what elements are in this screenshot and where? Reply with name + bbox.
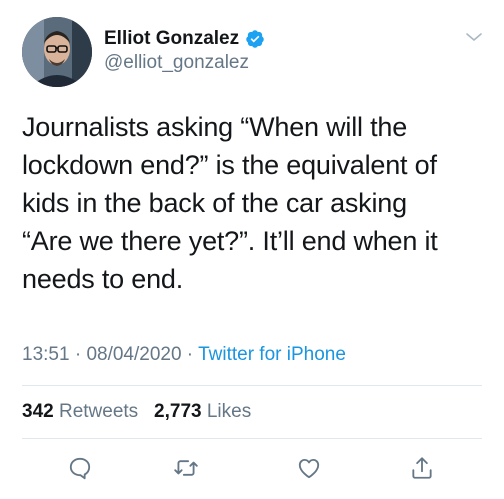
tweet-date: 08/04/2020 xyxy=(86,344,182,365)
avatar[interactable] xyxy=(22,17,92,87)
retweets-count: 342 xyxy=(22,401,54,422)
reply-button[interactable] xyxy=(62,450,98,486)
tweet-stats: 342 Retweets 2,773 Likes xyxy=(22,401,251,423)
likes-stat[interactable]: 2,773 Likes xyxy=(154,401,251,422)
retweets-stat[interactable]: 342 Retweets xyxy=(22,401,138,422)
share-icon xyxy=(412,457,432,479)
like-icon xyxy=(298,458,320,479)
name-row: Elliot Gonzalez xyxy=(104,28,265,50)
user-handle[interactable]: @elliot_gonzalez xyxy=(104,52,249,74)
tweet-text: Journalists asking “When will the lockdo… xyxy=(22,112,438,294)
share-button[interactable] xyxy=(404,450,440,486)
tweet-meta: 13:51 · 08/04/2020 · Twitter for iPhone xyxy=(22,344,346,366)
chevron-down-icon[interactable] xyxy=(464,27,484,47)
retweet-button[interactable] xyxy=(168,450,204,486)
divider xyxy=(22,438,482,439)
reply-icon xyxy=(69,457,91,480)
tweet-source-link[interactable]: Twitter for iPhone xyxy=(198,344,346,365)
avatar-image xyxy=(22,17,92,87)
likes-count: 2,773 xyxy=(154,401,202,422)
verified-badge-icon xyxy=(245,29,265,49)
retweets-label: Retweets xyxy=(58,401,139,422)
tweet-card: Elliot Gonzalez @elliot_gonzalez Journal… xyxy=(0,0,504,499)
likes-label: Likes xyxy=(206,401,252,422)
action-bar xyxy=(0,450,504,486)
divider xyxy=(22,385,482,386)
meta-separator: · xyxy=(181,344,199,365)
meta-separator: · xyxy=(69,344,87,365)
like-button[interactable] xyxy=(291,450,327,486)
display-name[interactable]: Elliot Gonzalez xyxy=(104,28,239,50)
retweet-icon xyxy=(174,460,198,476)
tweet-time: 13:51 xyxy=(22,344,70,365)
